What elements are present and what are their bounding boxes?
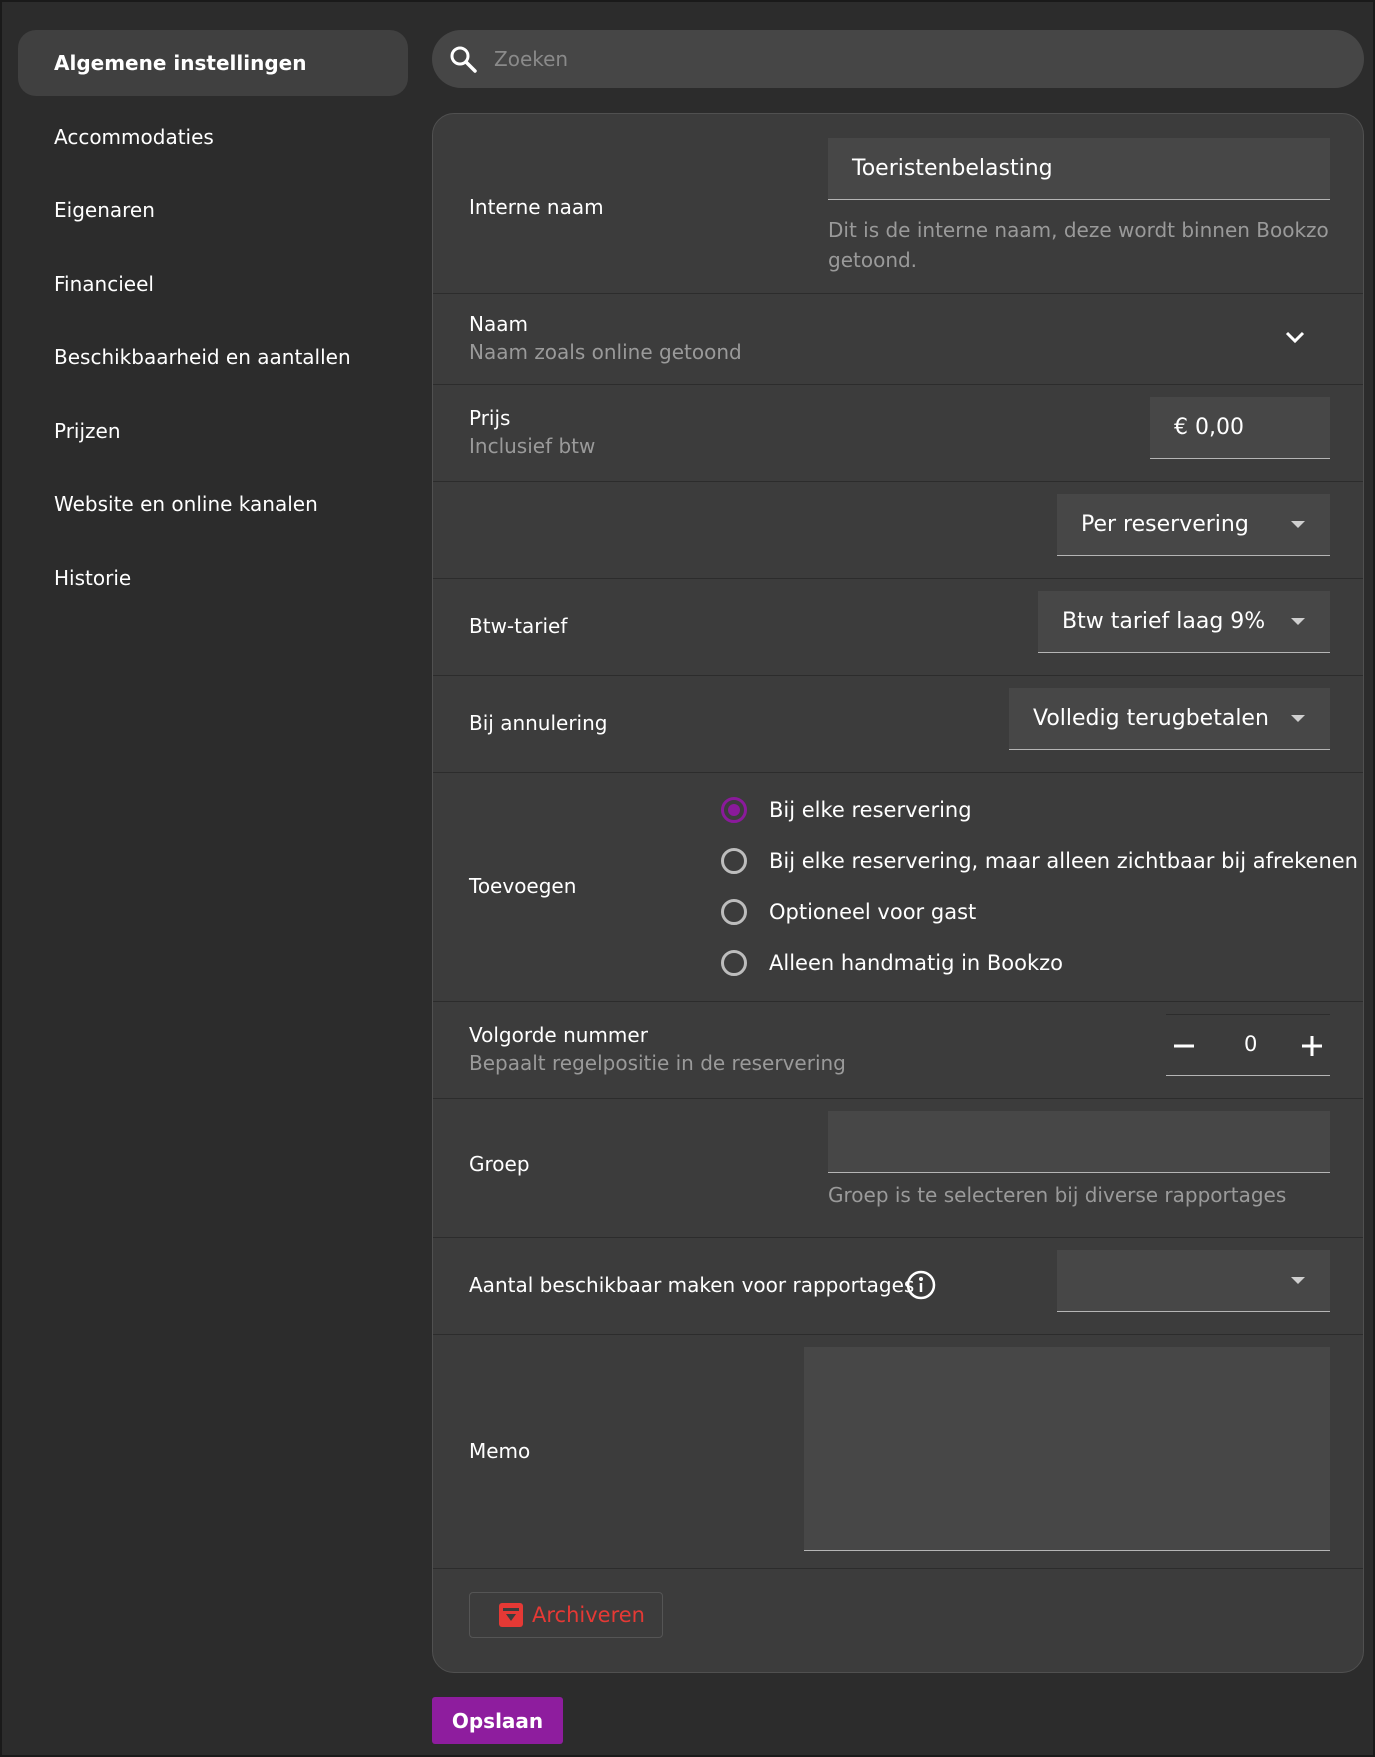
price-label: Prijs bbox=[469, 406, 511, 430]
name-row[interactable]: Naam Naam zoals online getoond bbox=[433, 294, 1363, 385]
order-row: Volgorde nummer Bepaalt regelpositie in … bbox=[433, 1002, 1363, 1099]
sidebar-item-label: Prijzen bbox=[54, 418, 121, 443]
radio-unchecked[interactable] bbox=[721, 950, 747, 976]
per-row: Per reservering bbox=[433, 482, 1363, 579]
search-input[interactable] bbox=[492, 46, 1316, 72]
group-label: Groep bbox=[469, 1152, 530, 1176]
caret-down-icon bbox=[1291, 521, 1305, 528]
sidebar-item-beschikbaarheid[interactable]: Beschikbaarheid en aantallen bbox=[18, 324, 408, 390]
name-label: Naam bbox=[469, 312, 528, 336]
add-option-label: Alleen handmatig in Bookzo bbox=[769, 951, 1064, 975]
sidebar-item-accommodaties[interactable]: Accommodaties bbox=[18, 104, 408, 170]
settings-card: Interne naam Toeristenbelasting Dit is d… bbox=[432, 113, 1364, 1673]
sidebar-item-label: Financieel bbox=[54, 271, 154, 296]
add-option-label: Optioneel voor gast bbox=[769, 900, 977, 924]
internal-name-helper: Dit is de interne naam, deze wordt binne… bbox=[828, 218, 1329, 272]
add-option-1[interactable]: Bij elke reservering bbox=[721, 792, 972, 828]
sidebar-item-financieel[interactable]: Financieel bbox=[18, 251, 408, 317]
internal-name-value: Toeristenbelasting bbox=[852, 156, 1053, 181]
info-icon[interactable] bbox=[906, 1270, 936, 1300]
sidebar: Algemene instellingen Accommodaties Eige… bbox=[18, 30, 408, 618]
vat-select-value: Btw tarief laag 9% bbox=[1062, 609, 1266, 634]
group-row: Groep Groep is te selecteren bij diverse… bbox=[433, 1099, 1363, 1238]
name-sublabel: Naam zoals online getoond bbox=[469, 340, 742, 364]
reports-row: Aantal beschikbaar maken voor rapportage… bbox=[433, 1238, 1363, 1335]
minus-icon[interactable] bbox=[1172, 1034, 1196, 1058]
price-row: Prijs Inclusief btw € 0,00 bbox=[433, 385, 1363, 482]
sidebar-item-algemene-instellingen[interactable]: Algemene instellingen bbox=[18, 30, 408, 96]
chevron-down-icon[interactable] bbox=[1285, 330, 1305, 344]
caret-down-icon bbox=[1291, 1277, 1305, 1284]
radio-unchecked[interactable] bbox=[721, 848, 747, 874]
sidebar-item-label: Beschikbaarheid en aantallen bbox=[54, 345, 351, 369]
vat-row: Btw-tarief Btw tarief laag 9% bbox=[433, 579, 1363, 676]
price-field[interactable]: € 0,00 bbox=[1150, 397, 1330, 459]
save-button[interactable]: Opslaan bbox=[432, 1697, 563, 1744]
archive-icon bbox=[499, 1603, 523, 1627]
group-field[interactable] bbox=[828, 1111, 1330, 1173]
sidebar-item-prijzen[interactable]: Prijzen bbox=[18, 398, 408, 464]
internal-name-row: Interne naam Toeristenbelasting Dit is d… bbox=[433, 114, 1363, 294]
radio-checked[interactable] bbox=[721, 797, 747, 823]
vat-label: Btw-tarief bbox=[469, 614, 568, 638]
add-row: Toevoegen Bij elke reservering Bij elke … bbox=[433, 773, 1363, 1002]
add-option-3[interactable]: Optioneel voor gast bbox=[721, 894, 976, 930]
order-value[interactable]: 0 bbox=[1244, 1032, 1257, 1056]
per-select-value: Per reservering bbox=[1081, 512, 1249, 537]
internal-name-label: Interne naam bbox=[469, 195, 604, 219]
order-label: Volgorde nummer bbox=[469, 1023, 648, 1047]
archive-label: Archiveren bbox=[532, 1603, 645, 1627]
plus-icon[interactable] bbox=[1300, 1034, 1324, 1058]
cancellation-label: Bij annulering bbox=[469, 711, 608, 735]
add-option-2[interactable]: Bij elke reservering, maar alleen zichtb… bbox=[721, 843, 1358, 879]
group-helper: Groep is te selecteren bij diverse rappo… bbox=[828, 1183, 1287, 1207]
vat-select[interactable]: Btw tarief laag 9% bbox=[1038, 591, 1330, 653]
add-option-label: Bij elke reservering, maar alleen zichtb… bbox=[769, 849, 1358, 873]
internal-name-field[interactable]: Toeristenbelasting bbox=[828, 138, 1330, 200]
memo-row: Memo bbox=[433, 1335, 1363, 1569]
sidebar-item-label: Historie bbox=[54, 565, 132, 590]
add-label: Toevoegen bbox=[469, 874, 577, 898]
archive-button[interactable]: Archiveren bbox=[469, 1592, 663, 1638]
radio-unchecked[interactable] bbox=[721, 899, 747, 925]
sidebar-item-website[interactable]: Website en online kanalen bbox=[18, 471, 408, 537]
cancellation-row: Bij annulering Volledig terugbetalen bbox=[433, 676, 1363, 773]
search-bar bbox=[432, 30, 1364, 88]
sidebar-item-label: Algemene instellingen bbox=[54, 51, 307, 75]
caret-down-icon bbox=[1291, 618, 1305, 625]
sidebar-item-historie[interactable]: Historie bbox=[18, 545, 408, 611]
sidebar-item-label: Eigenaren bbox=[54, 198, 155, 222]
memo-textarea[interactable] bbox=[804, 1347, 1330, 1551]
cancellation-select[interactable]: Volledig terugbetalen bbox=[1009, 688, 1330, 750]
per-select[interactable]: Per reservering bbox=[1057, 494, 1330, 556]
sidebar-item-eigenaren[interactable]: Eigenaren bbox=[18, 177, 408, 243]
reports-label: Aantal beschikbaar maken voor rapportage… bbox=[469, 1273, 915, 1297]
order-sublabel: Bepaalt regelpositie in de reservering bbox=[469, 1051, 846, 1075]
sidebar-item-label: Website en online kanalen bbox=[54, 492, 318, 516]
add-option-4[interactable]: Alleen handmatig in Bookzo bbox=[721, 945, 1063, 981]
caret-down-icon bbox=[1291, 715, 1305, 722]
search-icon bbox=[450, 46, 477, 73]
price-value: € 0,00 bbox=[1174, 415, 1244, 440]
sidebar-item-label: Accommodaties bbox=[54, 124, 214, 149]
price-sublabel: Inclusief btw bbox=[469, 434, 596, 458]
order-stepper: 0 bbox=[1166, 1014, 1330, 1076]
reports-select[interactable] bbox=[1057, 1250, 1330, 1312]
memo-label: Memo bbox=[469, 1439, 531, 1463]
cancellation-select-value: Volledig terugbetalen bbox=[1033, 706, 1269, 731]
add-option-label: Bij elke reservering bbox=[769, 798, 972, 822]
